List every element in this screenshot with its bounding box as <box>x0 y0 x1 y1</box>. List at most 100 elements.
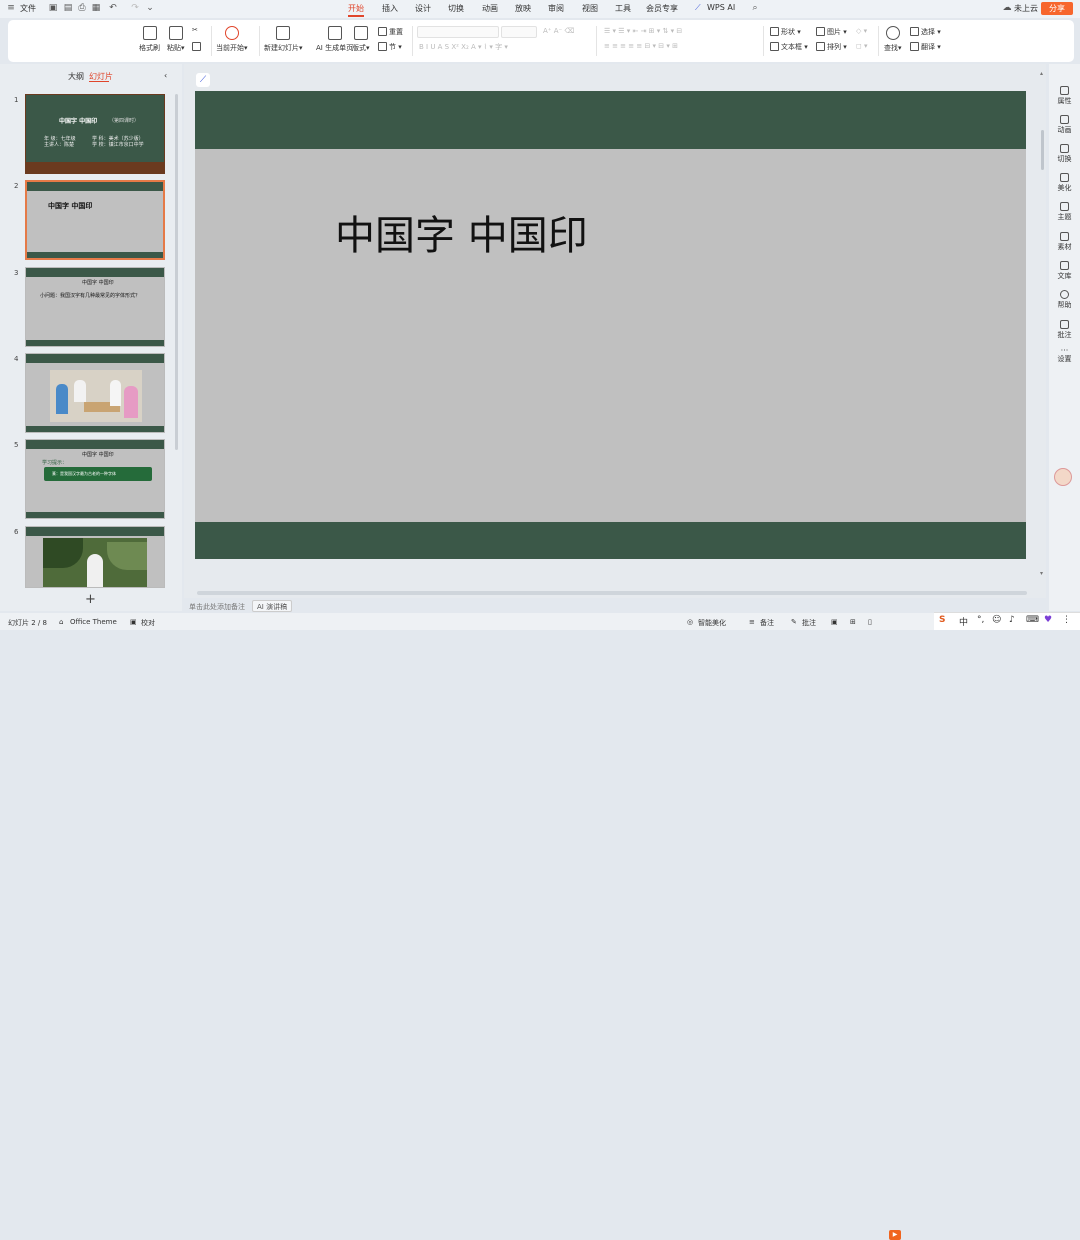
tab-slideshow[interactable]: 放映 <box>515 3 531 14</box>
horizontal-scrollbar[interactable] <box>197 591 1027 595</box>
transition-button[interactable]: 切换 <box>1049 144 1080 164</box>
beautify-button[interactable]: 美化 <box>1049 173 1080 193</box>
comment-panel-button[interactable]: 批注 <box>1049 320 1080 340</box>
wps-ai-icon[interactable]: ⟋ <box>695 3 701 13</box>
font-size-controls[interactable]: A⁺ A⁻ ⌫ <box>543 27 574 35</box>
properties-button[interactable]: 属性 <box>1049 86 1080 106</box>
section-button[interactable]: 节 ▾ <box>378 42 402 52</box>
cloud-icon[interactable]: ☁ <box>1002 3 1012 13</box>
help-button[interactable]: 帮助 <box>1049 290 1080 310</box>
redo-icon[interactable]: ↷ <box>130 3 140 13</box>
notes-toggle[interactable]: 备注 <box>760 618 774 628</box>
slide-thumbnail-1[interactable]: 中国字 中国印 （第四课时） 年 级：七年级 学 科：美术（苏少版） 主讲人：陈… <box>25 94 165 174</box>
tab-member[interactable]: 会员专享 <box>646 3 678 14</box>
select-button[interactable]: 选择 ▾ <box>910 27 941 37</box>
add-slide-button[interactable]: + <box>85 592 96 607</box>
copy-icon[interactable] <box>192 42 203 51</box>
assistant-avatar[interactable] <box>1054 468 1072 486</box>
search-icon[interactable]: ⌕ <box>750 3 760 13</box>
settings-button[interactable]: ··· 设置 <box>1049 347 1080 364</box>
tab-wps-ai[interactable]: WPS AI <box>707 3 735 12</box>
tab-transition[interactable]: 切换 <box>448 3 464 14</box>
find-button[interactable]: 查找▾ <box>884 26 902 53</box>
slide-thumbnail-4[interactable] <box>25 353 165 433</box>
normal-view-icon[interactable]: ▣ <box>831 618 838 626</box>
reset-button[interactable]: 重置 <box>378 27 403 37</box>
cloud-status[interactable]: 未上云 <box>1014 3 1038 14</box>
paste-button[interactable]: 粘贴▾ <box>167 26 185 53</box>
picture-button[interactable]: 图片 ▾ <box>816 27 847 37</box>
format-painter-button[interactable]: 格式刷 <box>139 26 160 53</box>
ime-menu-icon[interactable]: ⋮ <box>1062 615 1071 625</box>
ai-single-page-button[interactable]: AI 生成单页 <box>316 26 353 53</box>
tab-home[interactable]: 开始 <box>348 3 364 14</box>
scroll-up-icon[interactable]: ▴ <box>1040 70 1043 77</box>
align-controls[interactable]: ≡ ≡ ≡ ≡ ≡ ⊟ ▾ ⊟ ▾ ⊞ <box>604 42 678 50</box>
comment-toggle[interactable]: 批注 <box>802 618 816 628</box>
keyboard-icon[interactable]: ⌨ <box>1026 615 1039 625</box>
cut-icon[interactable]: ✂ <box>192 26 198 34</box>
share-button[interactable]: 分享 <box>1041 2 1073 15</box>
tab-view[interactable]: 视图 <box>582 3 598 14</box>
play-slideshow-icon[interactable]: ▶ <box>889 1230 901 1240</box>
file-menu[interactable]: 文件 <box>20 3 36 14</box>
font-size-select[interactable] <box>501 26 537 38</box>
smart-beautify-button[interactable]: 智能美化 <box>698 618 726 628</box>
ai-assistant-icon[interactable]: ⟋ <box>196 73 210 87</box>
play-current-button[interactable]: 当前开始▾ <box>216 26 248 53</box>
font-family-select[interactable] <box>417 26 499 38</box>
skin-icon[interactable]: ♥ <box>1044 615 1052 625</box>
current-slide[interactable]: 中国字 中国印 <box>195 91 1026 559</box>
tab-review[interactable]: 审阅 <box>548 3 564 14</box>
punctuation-icon[interactable]: °, <box>977 615 984 625</box>
tab-outline[interactable]: 大纲 <box>68 71 84 82</box>
shape-button[interactable]: 形状 ▾ <box>770 27 801 37</box>
save-icon[interactable]: ▣ <box>48 3 58 13</box>
collapse-panel-icon[interactable]: ‹ <box>164 71 167 80</box>
tab-tools[interactable]: 工具 <box>615 3 631 14</box>
slide-thumbnail-2[interactable]: 中国字 中国印 <box>25 180 165 260</box>
sogou-logo-icon[interactable]: S <box>939 615 945 625</box>
mic-icon[interactable]: ♪ <box>1009 615 1015 625</box>
slide-title[interactable]: 中国字 中国印 <box>335 203 588 261</box>
vertical-scrollbar[interactable] <box>1041 130 1044 170</box>
new-slide-button[interactable]: 新建幻灯片▾ <box>264 26 303 53</box>
arrange-button[interactable]: 排列 ▾ <box>816 42 847 52</box>
layout-button[interactable]: 版式▾ <box>352 26 370 53</box>
ime-mode[interactable]: 中 <box>959 615 968 628</box>
emoji-icon[interactable]: ☺ <box>992 615 1001 625</box>
fill-button[interactable]: ◇ ▾ <box>856 27 867 35</box>
customize-icon[interactable]: ⌄ <box>145 3 155 13</box>
list-controls[interactable]: ☰ ▾ ☰ ▾ ⇤ ⇥ ⊞ ▾ ⇅ ▾ ⊟ <box>604 27 682 35</box>
scroll-down-icon[interactable]: ▾ <box>1040 570 1043 577</box>
font-style-controls[interactable]: B I U A S X² X₂ A ▾ ⌇ ▾ 字 ▾ <box>419 42 508 52</box>
animation-button[interactable]: 动画 <box>1049 115 1080 135</box>
print-preview-icon[interactable]: ▦ <box>91 3 101 13</box>
slide-thumbnail-3[interactable]: 中国字 中国印 小问题：我国汉字有几种最常见的字体形式？ <box>25 267 165 347</box>
translate-button[interactable]: 翻译 ▾ <box>910 42 941 52</box>
slide-thumbnail-6[interactable] <box>25 526 165 588</box>
panel-scrollbar[interactable] <box>175 94 178 450</box>
slide-thumbnail-5[interactable]: 中国字 中国印 学习提示： 篆：是我国汉字最为古老的一种字体 <box>25 439 165 519</box>
print-icon[interactable]: ⎙ <box>77 3 87 13</box>
tab-design[interactable]: 设计 <box>415 3 431 14</box>
proofread-button[interactable]: 校对 <box>141 618 155 628</box>
tab-insert[interactable]: 插入 <box>382 3 398 14</box>
theme-button[interactable]: 主题 <box>1049 202 1080 222</box>
thumb-green-bar: 篆：是我国汉字最为古老的一种字体 <box>44 467 152 481</box>
library-button[interactable]: 文库 <box>1049 261 1080 281</box>
undo-icon[interactable]: ↶ <box>108 3 118 13</box>
sorter-view-icon[interactable]: ⊞ <box>850 618 856 626</box>
ai-speech-button[interactable]: AI 演讲稿 <box>252 600 293 612</box>
reading-view-icon[interactable]: ▯ <box>868 618 872 626</box>
notes-placeholder[interactable]: 单击此处添加备注 <box>189 602 245 612</box>
outline-button[interactable]: ◻ ▾ <box>856 42 868 50</box>
library-icon <box>1060 261 1069 270</box>
material-button[interactable]: 素材 <box>1049 232 1080 252</box>
export-pdf-icon[interactable]: ▤ <box>63 3 73 13</box>
theme-name[interactable]: Office Theme <box>70 618 117 626</box>
tab-animation[interactable]: 动画 <box>482 3 498 14</box>
textbox-button[interactable]: 文本框 ▾ <box>770 42 808 52</box>
menu-icon[interactable]: ≡ <box>6 3 16 13</box>
thumb-title: 中国字 中国印 <box>48 202 93 210</box>
